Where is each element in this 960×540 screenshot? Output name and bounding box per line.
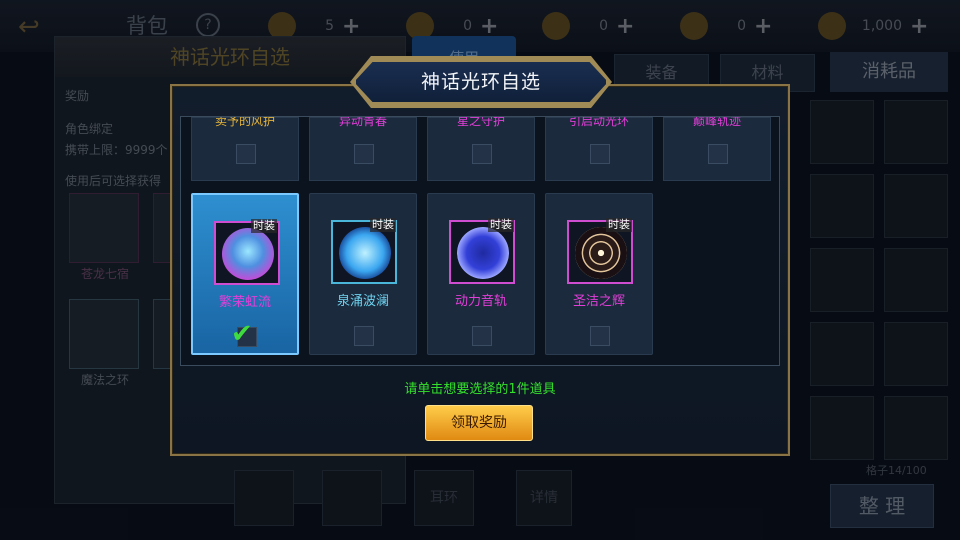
list-item[interactable]: 时装 圣洁之辉 — [545, 193, 653, 355]
item-name: 圣洁之辉 — [572, 294, 625, 309]
checkbox[interactable] — [472, 144, 492, 164]
rainbow-orb-icon — [222, 228, 274, 280]
item-name: 动力音轨 — [454, 294, 507, 309]
list-item[interactable]: 异动青春 — [309, 117, 417, 181]
list-item[interactable]: 时装 泉涌波澜 — [309, 193, 417, 355]
item-name: 引启动光环 — [568, 116, 629, 128]
item-name: 繁荣虹流 — [218, 295, 271, 310]
checkbox[interactable] — [236, 144, 256, 164]
claim-reward-button[interactable]: 领取奖励 — [425, 405, 533, 441]
list-item[interactable]: 时装 动力音轨 — [427, 193, 535, 355]
checkbox[interactable] — [354, 326, 374, 346]
item-name: 卖予的风护 — [214, 116, 275, 128]
checkbox[interactable] — [708, 144, 728, 164]
checkbox[interactable] — [472, 326, 492, 346]
water-orb-icon — [339, 227, 391, 279]
selection-hint: 请单击想要选择的1件道具 — [404, 382, 556, 397]
sound-orb-icon — [457, 227, 509, 279]
dialog-title: 神话光环自选 — [354, 60, 608, 104]
fashion-tag: 时装 — [606, 218, 632, 232]
list-item[interactable]: 巅峰轨迹 — [663, 117, 771, 181]
checkbox[interactable] — [590, 326, 610, 346]
fashion-tag: 时装 — [370, 218, 396, 232]
item-name: 星之守护 — [456, 116, 505, 128]
fashion-tag: 时装 — [488, 218, 514, 232]
item-name: 巅峰轨迹 — [692, 116, 741, 128]
fashion-tag: 时装 — [251, 219, 277, 233]
item-name: 异动青春 — [338, 116, 387, 128]
item-grid: 卖予的风护 异动青春 星之守护 引启动光环 巅峰轨迹 时装 繁荣虹流 ✔ 时装 … — [180, 116, 780, 366]
list-item[interactable]: 星之守护 — [427, 117, 535, 181]
list-item-selected[interactable]: 时装 繁荣虹流 ✔ — [191, 193, 299, 355]
holy-ring-icon — [575, 227, 627, 279]
check-icon: ✔ — [231, 319, 253, 349]
item-name: 泉涌波澜 — [336, 294, 389, 309]
list-item[interactable]: 引启动光环 — [545, 117, 653, 181]
checkbox[interactable] — [590, 144, 610, 164]
list-item[interactable]: 卖予的风护 — [191, 117, 299, 181]
checkbox[interactable] — [354, 144, 374, 164]
